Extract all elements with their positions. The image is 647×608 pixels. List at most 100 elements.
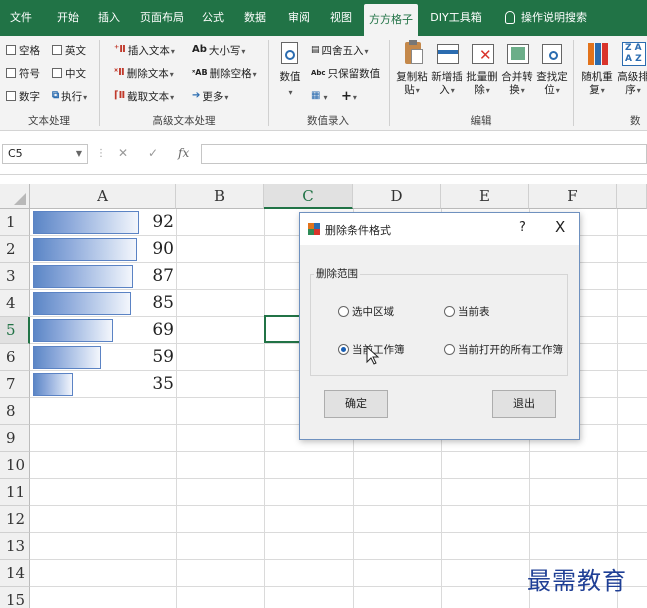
name-box[interactable]: C5 ▼ — [2, 144, 88, 164]
checkbox-box[interactable] — [6, 68, 16, 78]
checkbox-box[interactable] — [6, 91, 16, 101]
dialog-title-bar[interactable]: 删除条件格式 ? X — [300, 213, 579, 245]
case-button[interactable]: Ab 大小写▾ — [192, 42, 245, 60]
row-header-2[interactable]: 2 — [0, 236, 30, 263]
delete-text-button[interactable]: ˣⅡ 删除文本▾ — [114, 65, 174, 83]
column-header-d[interactable]: D — [353, 184, 441, 209]
tab-insert[interactable]: 插入 — [92, 0, 126, 36]
confirm-icon[interactable]: ✓ — [148, 146, 158, 160]
button-label: 合并转 — [501, 71, 533, 83]
row-header-13[interactable]: 13 — [0, 533, 30, 560]
radio-label: 选中区域 — [352, 306, 394, 318]
column-header-e[interactable]: E — [441, 184, 529, 209]
tab-data[interactable]: 数据 — [238, 0, 272, 36]
radio-selected-area[interactable]: 选中区域 — [338, 304, 394, 319]
cell-a6-value[interactable]: 59 — [124, 344, 174, 371]
grid-menu-button[interactable]: ▦ ▾ — [311, 88, 327, 106]
row-header-9[interactable]: 9 — [0, 425, 30, 452]
checkbox-symbol[interactable]: 符号 — [6, 65, 40, 83]
checkbox-number[interactable]: 数字 — [6, 88, 40, 106]
remove-spaces-button[interactable]: ˣAB 删除空格▾ — [192, 65, 257, 83]
exit-button[interactable]: 退出 — [492, 390, 556, 418]
row-header-7[interactable]: 7 — [0, 371, 30, 398]
radio-current-sheet[interactable]: 当前表 — [444, 304, 490, 319]
row-header-4[interactable]: 4 — [0, 290, 30, 317]
tab-tell-me-search[interactable]: 操作说明搜索 — [496, 0, 596, 36]
cell-a4-value[interactable]: 85 — [124, 290, 174, 317]
tab-fangfang-gezi[interactable]: 方方格子 — [364, 4, 418, 36]
insert-text-button[interactable]: ⁺Ⅱ 插入文本▾ — [114, 42, 175, 60]
tab-file[interactable]: 文件 — [4, 0, 38, 36]
row-header-15[interactable]: 15 — [0, 587, 30, 608]
ok-button[interactable]: 确定 — [324, 390, 388, 418]
row-header-8[interactable]: 8 — [0, 398, 30, 425]
round-button[interactable]: ▤ 四舍五入▾ — [311, 42, 369, 60]
row-header-10[interactable]: 10 — [0, 452, 30, 479]
button-label: 只保留数值 — [327, 68, 381, 80]
column-header-a[interactable]: A — [30, 184, 176, 209]
help-icon[interactable]: ? — [519, 220, 526, 235]
find-locate-button[interactable]: 查找定 位▾ — [535, 40, 569, 97]
cancel-icon[interactable]: ✕ — [118, 146, 128, 160]
cell-a2-value[interactable]: 90 — [124, 236, 174, 263]
delete-range-group — [310, 274, 568, 376]
chevron-down-icon[interactable]: ▼ — [76, 149, 82, 158]
checkbox-english[interactable]: 英文 — [52, 42, 86, 60]
row-header-14[interactable]: 14 — [0, 560, 30, 587]
checkbox-space[interactable]: 空格 — [6, 42, 40, 60]
add-insert-button[interactable]: 新增插 入▾ — [430, 40, 464, 97]
column-header-c[interactable]: C — [264, 184, 353, 209]
grid-line — [30, 451, 647, 452]
tab-view[interactable]: 视图 — [323, 0, 359, 36]
cell-a3-value[interactable]: 87 — [124, 263, 174, 290]
column-header-f[interactable]: F — [529, 184, 617, 209]
column-header-g[interactable] — [617, 184, 647, 209]
row-header-5[interactable]: 5 — [0, 317, 30, 344]
round-icon: ▤ — [311, 45, 320, 55]
insert-function-icon[interactable]: fx — [178, 146, 189, 160]
numeric-button[interactable]: 数值 ▾ — [273, 40, 307, 99]
select-all-corner[interactable] — [0, 184, 30, 209]
merge-convert-button[interactable]: 合并转 换▾ — [500, 40, 534, 97]
radio-all-open-workbooks[interactable]: 当前打开的所有工作簿 — [444, 342, 563, 357]
button-label-line2: 换 — [509, 84, 520, 96]
row-header-12[interactable]: 12 — [0, 506, 30, 533]
close-icon[interactable]: X — [555, 218, 565, 236]
execute-button[interactable]: ⧉ 执行▾ — [52, 88, 87, 106]
checkbox-box[interactable] — [52, 45, 62, 55]
cell-a7-value[interactable]: 35 — [124, 371, 174, 398]
tab-home[interactable]: 开始 — [48, 0, 88, 36]
checkbox-chinese[interactable]: 中文 — [52, 65, 86, 83]
row-header-1[interactable]: 1 — [0, 209, 30, 236]
button-label: 查找定 — [536, 71, 568, 83]
row-header-3[interactable]: 3 — [0, 263, 30, 290]
more-button[interactable]: ➔ 更多▾ — [192, 88, 228, 106]
checkbox-box[interactable] — [52, 68, 62, 78]
formula-input[interactable] — [201, 144, 647, 164]
tab-formulas[interactable]: 公式 — [196, 0, 230, 36]
radio-circle[interactable] — [338, 305, 349, 317]
radio-circle-checked[interactable] — [338, 343, 349, 355]
checkbox-box[interactable] — [6, 45, 16, 55]
tab-diy-toolbox[interactable]: DIY工具箱 — [426, 0, 486, 36]
random-repeat-button[interactable]: 随机重 复▾ — [580, 40, 614, 97]
column-header-b[interactable]: B — [176, 184, 264, 209]
keep-value-button[interactable]: Abc 只保留数值 — [311, 65, 380, 83]
row-header-6[interactable]: 6 — [0, 344, 30, 371]
extract-text-button[interactable]: ⌈Ⅱ 截取文本▾ — [114, 88, 174, 106]
plus-button[interactable]: +▾ — [341, 88, 357, 106]
tab-review[interactable]: 审阅 — [282, 0, 316, 36]
row-header-11[interactable]: 11 — [0, 479, 30, 506]
cell-a5-value[interactable]: 69 — [124, 317, 174, 344]
batch-delete-button[interactable]: ✕ 批量删 除▾ — [465, 40, 499, 97]
advanced-sort-button[interactable]: Z AA Z 高级排 序▾ — [616, 40, 647, 97]
abc-icon: Abc — [311, 69, 326, 77]
button-label: 四舍五入 — [321, 45, 364, 57]
chevron-down-icon: ▾ — [241, 47, 246, 56]
dialog-title: 删除条件格式 — [325, 224, 391, 237]
copy-paste-button[interactable]: 复制粘 贴▾ — [395, 40, 429, 97]
tab-page-layout[interactable]: 页面布局 — [136, 0, 188, 36]
radio-circle[interactable] — [444, 305, 455, 317]
cell-a1-value[interactable]: 92 — [124, 209, 174, 236]
radio-circle[interactable] — [444, 343, 455, 355]
